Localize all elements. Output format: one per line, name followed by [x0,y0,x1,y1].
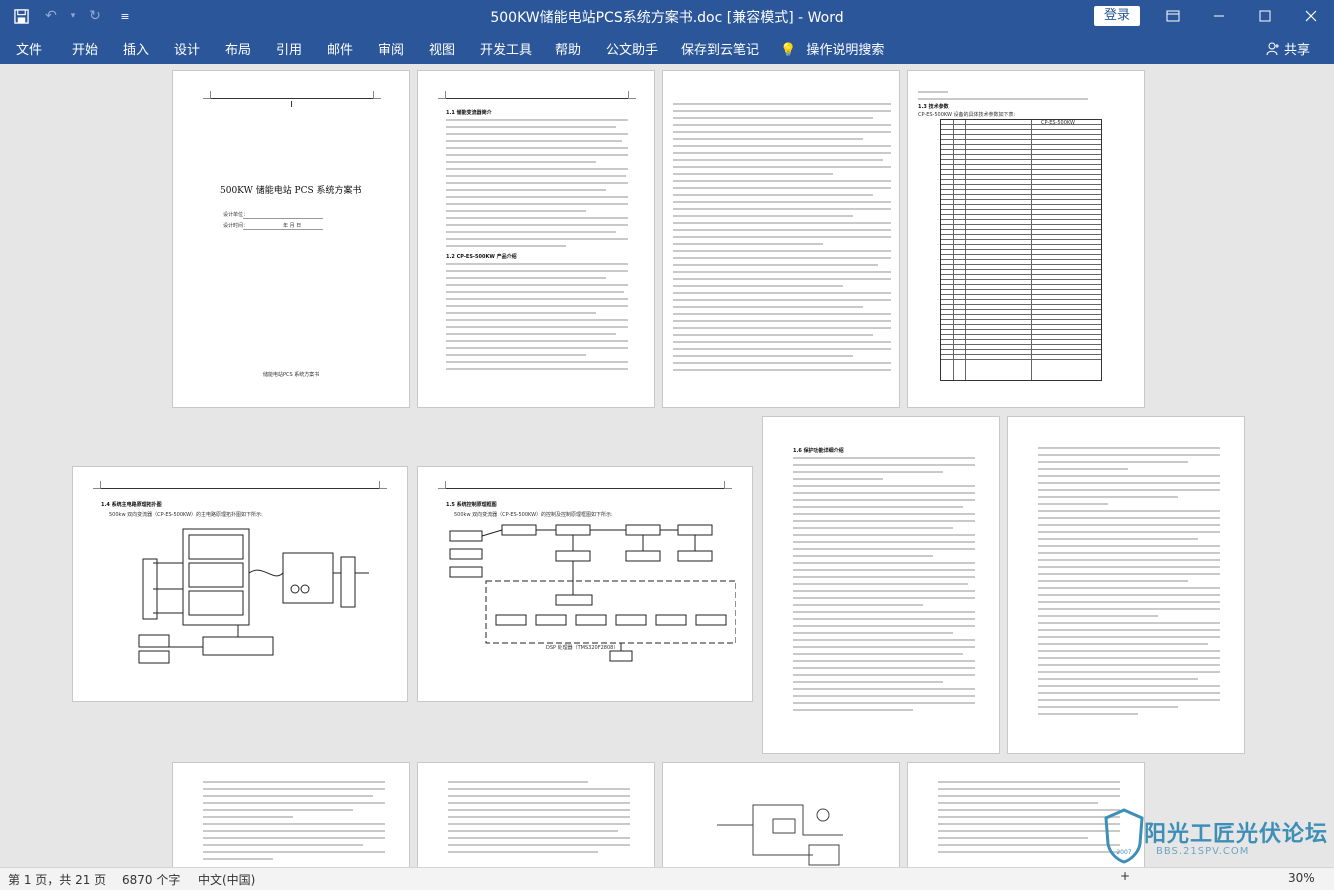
tab-developer[interactable]: 开发工具 [480,39,532,58]
login-button[interactable]: 登录 [1094,6,1140,26]
page-6[interactable]: 1.5 系统控制原理框图 500kw 双向变流器（CP-ES-500KW）的控制… [417,466,753,702]
spec-table-row [941,355,1101,360]
section-1-1: 1.1 储能变流器简介 [446,110,492,116]
tab-review[interactable]: 审阅 [378,39,404,58]
section-1-5: 1.5 系统控制原理框图 [446,502,497,508]
page-11[interactable] [662,762,900,867]
tab-design[interactable]: 设计 [174,39,200,58]
minimize-icon[interactable] [1196,0,1242,32]
diagram-footer: DSP 处理器（TMS320F2808） [546,645,619,651]
svg-text:2007: 2007 [1116,849,1131,856]
forum-watermark: 2007 阳光工匠光伏论坛 BBS.21SPV.COM [1098,806,1328,870]
page-count[interactable]: 第 1 页，共 21 页 [8,871,106,888]
tab-mailings[interactable]: 邮件 [327,39,353,58]
tab-view[interactable]: 视图 [429,39,455,58]
tell-me-label: 操作说明搜索 [806,43,885,58]
tab-save-cloud-notes[interactable]: 保存到云笔记 [681,39,759,58]
tell-me-search[interactable]: 💡 操作说明搜索 [780,39,884,58]
section-1-2: 1.2 CP-ES-500KW 产品介绍 [446,254,517,260]
tab-file[interactable]: 文件 [16,39,42,58]
ribbon-tabs: 文件 开始 插入 设计 布局 引用 邮件 审阅 视图 开发工具 帮助 公文助手 … [0,32,1334,64]
section-1-6: 1.6 保护功能详细介绍 [793,448,844,454]
section-1-4-sub: 500kw 双向变流器（CP-ES-500KW）的主电路原理拓扑图如下所示: [109,512,263,518]
tab-insert[interactable]: 插入 [123,39,149,58]
section-1-5-sub: 500kw 双向变流器（CP-ES-500KW）的控制及控制原理框图如下所示: [454,512,613,518]
circuit-figure [717,804,843,866]
page-4[interactable]: 1.3 技术参数 CP-ES-500KW 设备的具体技术参数如下表: CP-ES… [907,70,1145,408]
zoom-in-icon[interactable]: + [1120,869,1130,883]
tab-help[interactable]: 帮助 [555,39,581,58]
page-9[interactable] [172,762,410,867]
cover-field-time: 设计时间： [223,223,249,229]
share-button[interactable]: 共享 [1266,39,1310,58]
tab-layout[interactable]: 布局 [225,39,251,58]
share-label: 共享 [1284,43,1311,58]
cover-title: 500KW 储能电站 PCS 系统方案书 [220,186,362,196]
cover-field-unit: 设计单位： [223,212,249,218]
page-8[interactable] [1007,416,1245,754]
page-2[interactable]: 1.1 储能变流器简介 1.2 CP-ES-500KW 产品介绍 [417,70,655,408]
ribbon-display-icon[interactable] [1150,0,1196,32]
cover-footer: 储能电站PCS 系统方案书 [263,372,320,378]
page-7[interactable]: 1.6 保护功能详细介绍 [762,416,1000,754]
lightbulb-icon: 💡 [780,43,797,58]
close-icon[interactable] [1288,0,1334,32]
watermark-text: 阳光工匠光伏论坛 [1144,822,1329,847]
title-bar: ↶ ▾ ↻ ≡ 500KW储能电站PCS系统方案书.doc [兼容模式] - W… [0,0,1334,32]
status-bar: 第 1 页，共 21 页 6870 个字 中文(中国) + 30% [0,867,1334,890]
tab-document-assistant[interactable]: 公文助手 [606,39,658,58]
person-icon [1266,42,1279,55]
document-workspace[interactable]: 500KW 储能电站 PCS 系统方案书 设计单位： 设计时间： 年 月 日 储… [0,64,1334,867]
shield-logo-icon: 2007 [1104,808,1144,864]
cover-date-value: 年 月 日 [283,223,302,229]
tab-home[interactable]: 开始 [72,39,98,58]
table-caption: CP-ES-500KW 设备的具体技术参数如下表: [918,112,1016,118]
section-1-3: 1.3 技术参数 [918,104,949,110]
page-1[interactable]: 500KW 储能电站 PCS 系统方案书 设计单位： 设计时间： 年 月 日 储… [172,70,410,408]
spec-table: CP-ES-500KW [940,119,1102,381]
topology-diagram [138,528,369,664]
restore-icon[interactable] [1242,0,1288,32]
watermark-url: BBS.21SPV.COM [1156,846,1250,857]
section-1-4: 1.4 系统主电路原理拓扑图 [101,502,162,508]
tab-references[interactable]: 引用 [276,39,302,58]
language[interactable]: 中文(中国) [198,871,255,888]
page-3[interactable] [662,70,900,408]
word-count[interactable]: 6870 个字 [122,871,180,888]
page-10[interactable] [417,762,655,867]
page-5[interactable]: 1.4 系统主电路原理拓扑图 500kw 双向变流器（CP-ES-500KW）的… [72,466,408,702]
zoom-level[interactable]: 30% [1288,871,1315,885]
